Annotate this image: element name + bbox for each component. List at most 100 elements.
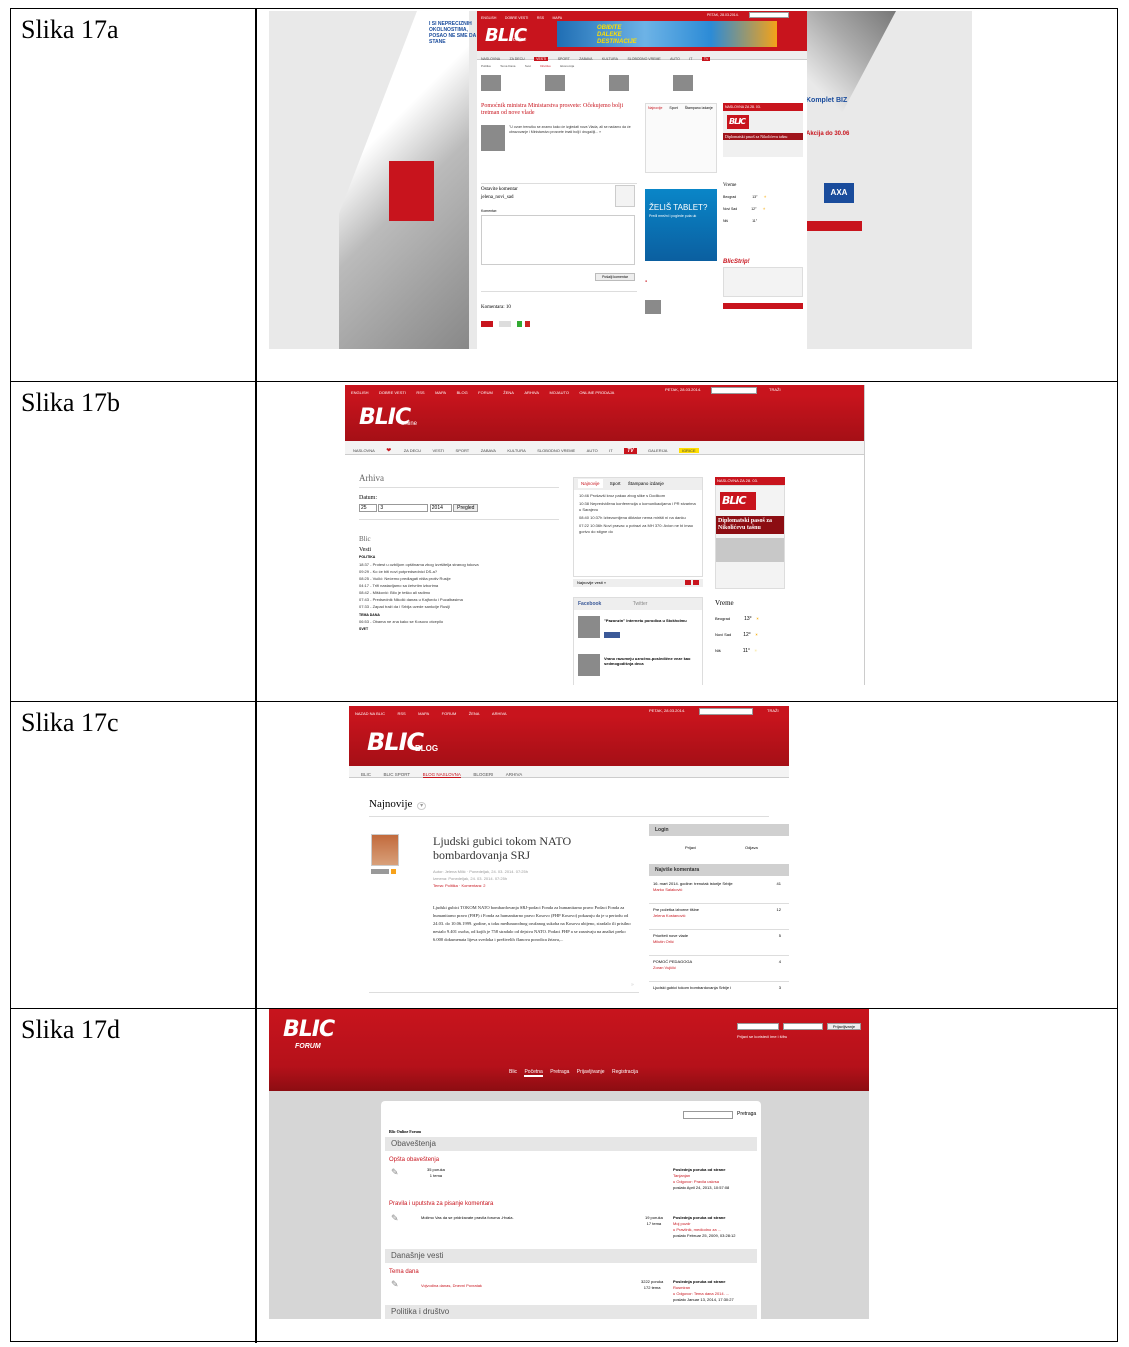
author-photo[interactable]: [371, 834, 399, 866]
tab-stampano[interactable]: Štampano izdanje: [628, 481, 664, 486]
naslovna-cover[interactable]: BLIC Diplomatski pasoš za Nikolićevu taš…: [715, 485, 785, 589]
nav-registracija[interactable]: Registracija: [612, 1069, 638, 1075]
menu-vesti[interactable]: VESTI: [433, 448, 445, 453]
fb-item-thumb[interactable]: [578, 616, 600, 638]
menu-sport[interactable]: SPORT: [456, 448, 470, 453]
rss-icon[interactable]: [391, 869, 396, 874]
more-icon[interactable]: »: [631, 982, 637, 988]
prev-arrow-icon[interactable]: [685, 580, 691, 585]
related-thumb[interactable]: [673, 75, 693, 91]
submenu-drustvo[interactable]: Društvo: [540, 64, 550, 68]
list-item[interactable]: POMOĆ PEDAGOGA Zoran Vujičić 4: [649, 956, 789, 982]
related-thumb[interactable]: [609, 75, 629, 91]
forum-link[interactable]: Opšta obaveštenja: [389, 1157, 439, 1163]
pregled-button[interactable]: Pregled: [453, 504, 479, 512]
menu-galerija[interactable]: GALERIJA: [648, 448, 667, 453]
strip-image[interactable]: [723, 267, 803, 297]
list-item[interactable]: Pre početka izborne tišine Jelena Kostan…: [649, 904, 789, 930]
login-button[interactable]: Prijavljivanje: [827, 1023, 861, 1030]
sort-button[interactable]: [481, 321, 493, 327]
menu-blog-naslovna[interactable]: BLOG NASLOVNA: [422, 772, 461, 778]
menu-blic[interactable]: BLIC: [361, 772, 371, 777]
menu-arhiva[interactable]: ARHIVA: [506, 772, 522, 777]
submenu-ekonomija[interactable]: Ekonomija: [560, 64, 574, 68]
list-item[interactable]: 18:37 - Protest u ozbiljom opštinama zbo…: [359, 561, 565, 568]
menu-it[interactable]: IT: [689, 57, 692, 61]
list-item[interactable]: 08:25 - Vučić: Nećemo predlagati ništa p…: [359, 575, 565, 582]
news-item[interactable]: 07:22 10:36h Novi pravac u potrazi za MH…: [579, 523, 697, 535]
next-arrow-icon[interactable]: [693, 580, 699, 585]
list-item[interactable]: 16. mart 2014. godine: trenutak istorije…: [649, 878, 789, 904]
submenu-tema-dana[interactable]: Tema Dana: [500, 64, 515, 68]
list-item[interactable]: 06:53 - Obama ne zna kako se Kosovo otce…: [359, 619, 443, 624]
day-select[interactable]: 25: [359, 504, 377, 512]
tab-sport[interactable]: Sport: [610, 481, 621, 486]
forum-link[interactable]: Pravila i uputstva za pisanje komentara: [389, 1201, 493, 1207]
news-item[interactable]: 10:38 Nepredviđena konferencija o komuni…: [579, 501, 697, 513]
list-item[interactable]: 04:17 - Trifi nastavljamo sa četvrtim iz…: [359, 582, 565, 589]
twitter-tab[interactable]: Twitter: [633, 601, 648, 607]
tab-stampano[interactable]: Štampano izdanje: [685, 106, 713, 110]
submenu-politika[interactable]: Politika: [481, 64, 491, 68]
article-headline[interactable]: Pomoćnik ministra Ministarstva prosvete:…: [481, 103, 641, 117]
year-select[interactable]: 2014: [429, 504, 452, 512]
nav-pretraga[interactable]: Pretraga: [550, 1069, 569, 1075]
dislike-icon[interactable]: [525, 321, 530, 327]
post-title[interactable]: Ljudski gubici tokom NATO bombardovanja …: [433, 834, 633, 862]
sort-button[interactable]: [499, 321, 511, 327]
najnovije-vesti-link[interactable]: Najnovije vesti »: [573, 579, 703, 587]
forum-link[interactable]: Tema dana: [389, 1269, 419, 1275]
list-item[interactable]: Ljudski gubici tokom bombardovanja Srbij…: [649, 982, 789, 996]
menu-blogeri[interactable]: BLOGERI: [473, 772, 493, 777]
username-input[interactable]: [737, 1023, 779, 1030]
prijavi-link[interactable]: Prijavi: [685, 845, 696, 850]
right-ad-button[interactable]: [806, 221, 862, 231]
blic-logo[interactable]: BLIC: [283, 1017, 335, 1042]
blicstrip[interactable]: BlicStrip!: [723, 259, 803, 265]
search-input[interactable]: [683, 1111, 733, 1119]
search-button[interactable]: TRAŽI: [769, 385, 781, 395]
submenu-svet[interactable]: Svet: [525, 64, 531, 68]
list-item[interactable]: Prioriteti nove vlade Milutin Orlić 5: [649, 930, 789, 956]
news-thumb[interactable]: [645, 300, 661, 314]
nav-prijavljivanje[interactable]: Prijavljivanje: [577, 1069, 605, 1075]
menu-kultura[interactable]: KULTURA: [602, 57, 618, 61]
comment-textarea[interactable]: [481, 215, 635, 265]
nav-blic[interactable]: Blic: [509, 1069, 517, 1075]
menu-tv[interactable]: TV: [701, 57, 711, 61]
search-input[interactable]: [699, 708, 753, 715]
list-item[interactable]: 09:29 - Ko će biti novi potpredsednici D…: [359, 568, 565, 575]
facebook-tab[interactable]: Facebook: [578, 601, 601, 607]
tab-sport[interactable]: Sport: [669, 106, 677, 110]
chevron-down-icon[interactable]: ▾: [417, 802, 427, 810]
tab-najnovije[interactable]: Najnovije: [578, 479, 603, 488]
related-thumb[interactable]: [481, 75, 501, 91]
nav-pocetna[interactable]: Početna: [524, 1069, 543, 1077]
menu-zabava[interactable]: ZABAVA: [481, 448, 496, 453]
menu-zabava[interactable]: ZABAVA: [579, 57, 592, 61]
password-input[interactable]: [783, 1023, 823, 1030]
tablet-ad[interactable]: ŽELIŠ TABLET? Pređi mrežni i poglede put…: [645, 189, 717, 261]
menu-blic-sport[interactable]: BLIC SPORT: [383, 772, 410, 777]
list-item[interactable]: 07:33 - Zapad traži da i Srbija uvede sa…: [359, 603, 565, 610]
odjava-link[interactable]: Odjava: [745, 845, 758, 850]
menu-igrice[interactable]: IGRICE: [678, 448, 699, 453]
menu-tv[interactable]: TV: [624, 448, 637, 454]
month-select[interactable]: 3: [378, 504, 429, 512]
menu-slobodno-vreme[interactable]: SLOBODNO VREME: [627, 57, 660, 61]
menu-kultura[interactable]: KULTURA: [507, 448, 525, 453]
related-thumb[interactable]: [545, 75, 565, 91]
tab-najnovije[interactable]: Najnovije: [648, 106, 662, 110]
search-button[interactable]: Pretraga: [737, 1111, 756, 1117]
news-item[interactable]: 10:46 Prošavši kroz pakao zbog slike s D…: [579, 493, 697, 499]
fb-item-title[interactable]: Vrano razumeju uzročno-posledične veze k…: [604, 656, 700, 666]
news-item[interactable]: 08:40 10:37h Izbezumljena diktator nema …: [579, 515, 697, 521]
like-button[interactable]: [604, 632, 620, 638]
like-icon[interactable]: [517, 321, 522, 327]
menu-slobodno-vreme[interactable]: SLOBODNO VREME: [537, 448, 575, 453]
fb-item-title[interactable]: "Pazonzin" Internetu porodica u Stokholm…: [604, 618, 700, 623]
menu-za-decu[interactable]: ZA DECU: [404, 448, 421, 453]
list-item[interactable]: 07:43 - Predsednik Nikolić danas u Kajfo…: [359, 596, 565, 603]
menu-naslovna[interactable]: NASLOVNA: [353, 448, 375, 453]
breadcrumb[interactable]: Blic Online Forum: [389, 1129, 421, 1134]
